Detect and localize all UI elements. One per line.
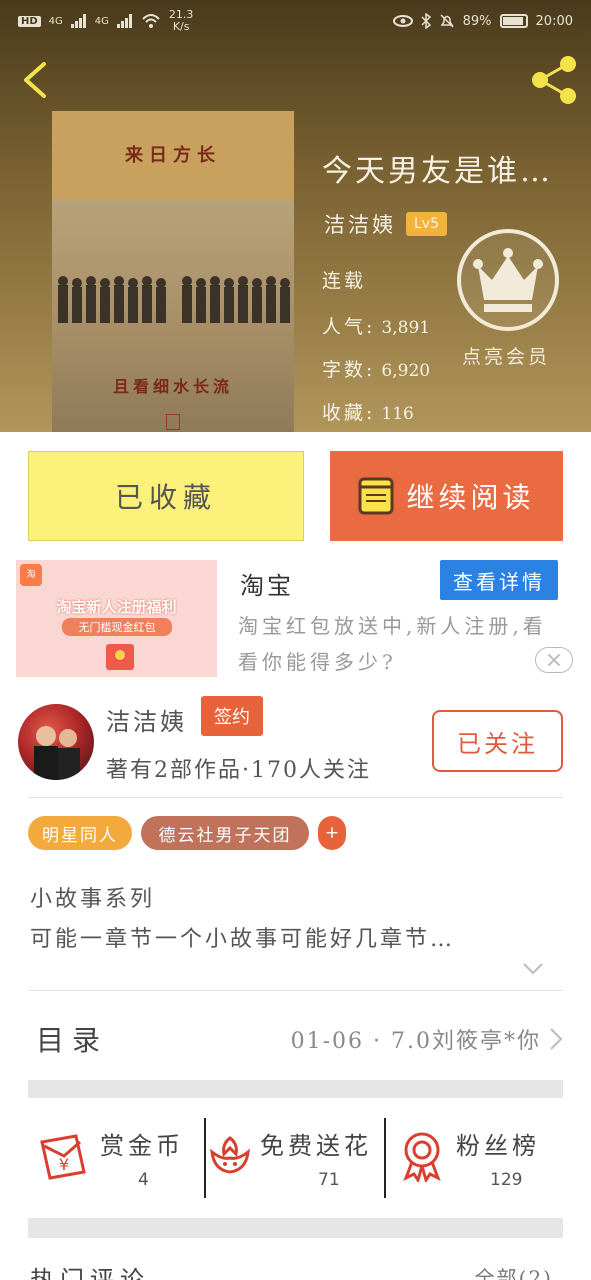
book-description: 小故事系列 可能一章节一个小故事可能好几章节…	[30, 887, 456, 952]
ad-detail-button[interactable]: 查看详情	[440, 560, 558, 600]
ad-description: 淘宝红包放送中,新人注册,看看你能得多少?	[238, 614, 547, 674]
share-icon[interactable]	[528, 54, 580, 106]
cover-top-text: 来日方长	[125, 145, 221, 166]
chevron-right-icon	[550, 1028, 563, 1050]
flowers-label: 免费送花	[260, 1132, 372, 1160]
author-level-badge: Lv5	[406, 212, 447, 236]
crown-icon[interactable]	[456, 228, 560, 332]
bluetooth-icon	[421, 13, 431, 29]
all-comments-link[interactable]: 全部(2)	[475, 1262, 553, 1280]
vip-label[interactable]: 点亮会员	[462, 342, 554, 372]
cover-group-photo	[58, 276, 290, 323]
section-separator	[28, 1218, 563, 1238]
send-flowers-button[interactable]: 免费送花 71	[208, 1118, 382, 1198]
hd-badge: HD	[18, 15, 41, 27]
ad-image-headline: 淘宝新人注册福利	[56, 598, 177, 616]
chevron-down-icon[interactable]	[522, 962, 544, 976]
back-arrow-icon[interactable]	[16, 58, 56, 102]
reward-count: 4	[138, 1170, 149, 1190]
fans-count: 129	[490, 1170, 523, 1190]
book-author-line: 洁洁姨 Lv5	[324, 209, 447, 239]
book-popularity: 人气: 3,891	[322, 316, 431, 338]
hot-comments-header[interactable]: 热门评论 全部(2)	[28, 1254, 563, 1280]
eye-icon	[392, 15, 413, 27]
book-author[interactable]: 洁洁姨	[324, 209, 396, 239]
divider	[28, 990, 563, 991]
battery-icon	[499, 14, 528, 28]
flowers-count: 71	[318, 1170, 340, 1190]
signal-4g-2: 4G	[94, 15, 109, 27]
book-header: HD 4G 4G 21.3 K/s 89% 20:00 来日方长 且看细水长流 …	[0, 0, 591, 432]
table-of-contents-row[interactable]: 目录 01-06 · 7.0刘筱亭*你	[28, 1006, 563, 1072]
tag-item[interactable]: 明星同人	[28, 816, 132, 850]
favorited-button[interactable]: 已收藏	[28, 451, 304, 541]
svg-text:¥: ¥	[59, 1155, 69, 1174]
fan-ranking-button[interactable]: 粉丝榜 129	[400, 1118, 560, 1198]
author-avatar[interactable]	[18, 704, 94, 780]
tag-item[interactable]: 德云社男子天团	[141, 816, 309, 850]
signal-icon	[70, 14, 86, 28]
mute-bell-icon	[440, 14, 454, 28]
status-bar: HD 4G 4G 21.3 K/s 89% 20:00	[0, 0, 591, 42]
close-icon[interactable]	[535, 647, 573, 673]
add-tag-button[interactable]: +	[318, 816, 346, 850]
book-favorites: 收藏: 116	[322, 402, 414, 424]
battery-percent: 89%	[462, 13, 492, 29]
wifi-icon	[142, 14, 160, 28]
signal-4g-1: 4G	[48, 15, 63, 27]
ad-title[interactable]: 淘宝	[240, 566, 294, 601]
divider	[28, 797, 563, 798]
net-speed: 21.3 K/s	[168, 8, 194, 33]
flower-icon	[210, 1136, 250, 1174]
signed-badge: 签约	[201, 696, 263, 736]
clock: 20:00	[535, 13, 573, 29]
book-word-count: 字数: 6,920	[322, 359, 431, 381]
divider	[384, 1118, 386, 1198]
hot-comments-label: 热门评论	[30, 1266, 150, 1280]
cover-bottom-text: 且看细水长流	[112, 377, 233, 396]
follow-button[interactable]: 已关注	[432, 710, 563, 772]
taobao-logo-icon: 淘	[20, 564, 42, 586]
book-status: 连载	[322, 270, 367, 292]
reward-label: 赏金币	[100, 1132, 184, 1160]
continue-reading-label: 继续阅读	[406, 481, 535, 514]
section-separator	[28, 1080, 563, 1098]
toc-label: 目录	[36, 1024, 109, 1057]
reward-coins-button[interactable]: ¥ 赏金币 4	[38, 1118, 198, 1198]
author-stats: 著有2部作品·170人关注	[106, 758, 371, 783]
book-icon	[358, 477, 394, 515]
divider	[204, 1118, 206, 1198]
book-title: 今天男友是谁…	[322, 154, 553, 189]
author-name[interactable]: 洁洁姨	[106, 702, 187, 737]
avatar-photo	[34, 726, 80, 780]
continue-reading-button[interactable]: 继续阅读	[330, 451, 563, 541]
award-medal-icon	[403, 1132, 441, 1182]
ad-image[interactable]: 淘 淘宝新人注册福利 无门槛现金红包	[16, 560, 217, 677]
cover-seal	[166, 414, 180, 430]
ad-image-subline: 无门槛现金红包	[62, 618, 172, 636]
latest-chapter: 01-06 · 7.0刘筱亭*你	[290, 1029, 541, 1054]
signal-icon	[116, 14, 132, 28]
fans-label: 粉丝榜	[456, 1132, 540, 1160]
book-cover[interactable]: 来日方长 且看细水长流	[52, 111, 294, 432]
red-envelope-icon	[106, 644, 134, 670]
favorited-label: 已收藏	[114, 481, 217, 514]
red-envelope-icon: ¥	[40, 1134, 86, 1180]
